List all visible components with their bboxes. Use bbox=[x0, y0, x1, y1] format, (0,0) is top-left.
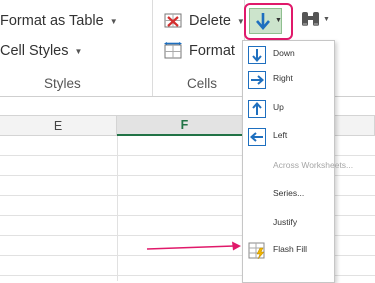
format-as-table-label: Format as Table bbox=[0, 13, 104, 29]
format-label: Format bbox=[189, 43, 235, 59]
fill-up-icon bbox=[248, 100, 266, 118]
menu-item-across-worksheets: Across Worksheets... bbox=[243, 155, 353, 179]
binoculars-icon bbox=[302, 12, 319, 26]
delete-button[interactable]: Delete ▼ bbox=[164, 10, 245, 32]
cell-styles-button[interactable]: Cell Styles ▼ bbox=[0, 40, 82, 62]
menu-item-label: Right bbox=[273, 73, 293, 83]
format-cells-icon bbox=[164, 42, 182, 59]
menu-item-label: Series... bbox=[273, 188, 305, 198]
fill-dropdown-menu: Down Right Up Left Across Worksheets... … bbox=[242, 40, 353, 283]
styles-group-label: Styles bbox=[44, 76, 81, 91]
menu-item-right[interactable]: Right bbox=[243, 68, 334, 92]
menu-item-series[interactable]: Series... bbox=[243, 183, 334, 207]
column-header-f[interactable]: F bbox=[117, 116, 253, 136]
menu-item-label: Justify bbox=[273, 217, 298, 227]
chevron-down-icon: ▼ bbox=[109, 16, 118, 26]
menu-item-justify[interactable]: Justify bbox=[243, 212, 334, 236]
flash-fill-icon bbox=[248, 242, 265, 260]
cell-styles-label: Cell Styles bbox=[0, 43, 69, 59]
menu-item-label: Across Worksheets... bbox=[273, 160, 354, 170]
chevron-down-icon: ▼ bbox=[323, 16, 330, 23]
menu-item-label: Up bbox=[273, 102, 284, 112]
fill-right-icon bbox=[248, 71, 266, 89]
menu-item-label: Flash Fill bbox=[273, 244, 308, 254]
menu-item-down[interactable]: Down bbox=[243, 43, 334, 67]
find-select-button[interactable]: ▼ bbox=[300, 10, 330, 32]
menu-item-flash-fill[interactable]: Flash Fill bbox=[243, 239, 334, 263]
ribbon-separator bbox=[152, 0, 153, 96]
delete-cells-icon bbox=[164, 13, 182, 28]
fill-button-highlight bbox=[244, 3, 293, 40]
menu-item-label: Down bbox=[273, 48, 295, 58]
menu-item-up[interactable]: Up bbox=[243, 97, 334, 121]
menu-item-left[interactable]: Left bbox=[243, 125, 334, 149]
column-header-e[interactable]: E bbox=[0, 116, 117, 136]
chevron-down-icon: ▼ bbox=[74, 46, 83, 56]
column-header-label: E bbox=[53, 118, 63, 133]
delete-label: Delete bbox=[189, 13, 231, 29]
format-button[interactable]: Format ▼ bbox=[164, 40, 249, 62]
column-header-label: F bbox=[180, 118, 189, 132]
menu-item-label: Left bbox=[273, 130, 288, 140]
fill-down-icon bbox=[248, 46, 266, 64]
grid-line bbox=[117, 136, 118, 281]
format-as-table-button[interactable]: Format as Table ▼ bbox=[0, 10, 118, 32]
fill-left-icon bbox=[248, 128, 266, 146]
cells-group-label: Cells bbox=[187, 76, 218, 91]
